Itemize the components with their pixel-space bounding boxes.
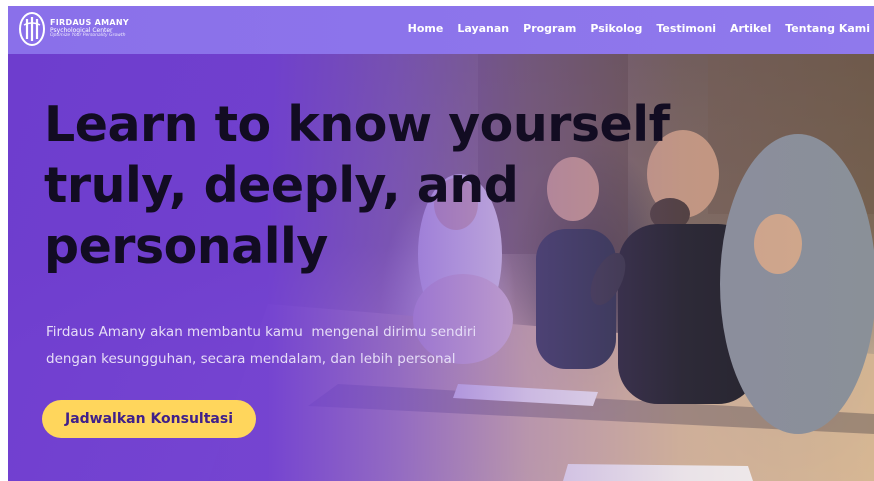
hero-section: Learn to know yourself truly, deeply, an… <box>8 54 874 481</box>
firdaus-amany-logo-icon <box>19 12 45 46</box>
nav-links: Home Layanan Program Psikolog Testimoni … <box>394 22 870 35</box>
nav-home[interactable]: Home <box>408 22 444 35</box>
brand-logo[interactable]: FIRDAUS AMANY Psychological Center Optim… <box>18 11 129 47</box>
brand-text: FIRDAUS AMANY Psychological Center Optim… <box>50 18 129 38</box>
nav-psikolog[interactable]: Psikolog <box>590 22 642 35</box>
hero-headline: Learn to know yourself truly, deeply, an… <box>44 94 744 277</box>
hero-headline-line-3: personally <box>44 218 328 275</box>
brand-tagline: Optimize Your Personality Growth <box>50 32 126 38</box>
hero-subtitle-line-2: dengan kesungguhan, secara mendalam, dan… <box>46 351 456 367</box>
navbar: FIRDAUS AMANY Psychological Center Optim… <box>8 6 874 54</box>
nav-testimoni[interactable]: Testimoni <box>656 22 716 35</box>
hero-headline-line-1: Learn to know yourself <box>44 96 670 153</box>
schedule-consultation-button[interactable]: Jadwalkan Konsultasi <box>42 400 256 438</box>
nav-artikel[interactable]: Artikel <box>730 22 771 35</box>
nav-layanan[interactable]: Layanan <box>457 22 509 35</box>
hero-headline-line-2: truly, deeply, and <box>44 157 519 214</box>
nav-tentang-kami[interactable]: Tentang Kami <box>785 22 870 35</box>
hero-subtitle-line-1: Firdaus Amany akan membantu kamu mengena… <box>46 324 477 340</box>
nav-program[interactable]: Program <box>523 22 576 35</box>
hero-subtitle: Firdaus Amany akan membantu kamu mengena… <box>46 319 606 373</box>
page-frame: FIRDAUS AMANY Psychological Center Optim… <box>8 6 874 481</box>
